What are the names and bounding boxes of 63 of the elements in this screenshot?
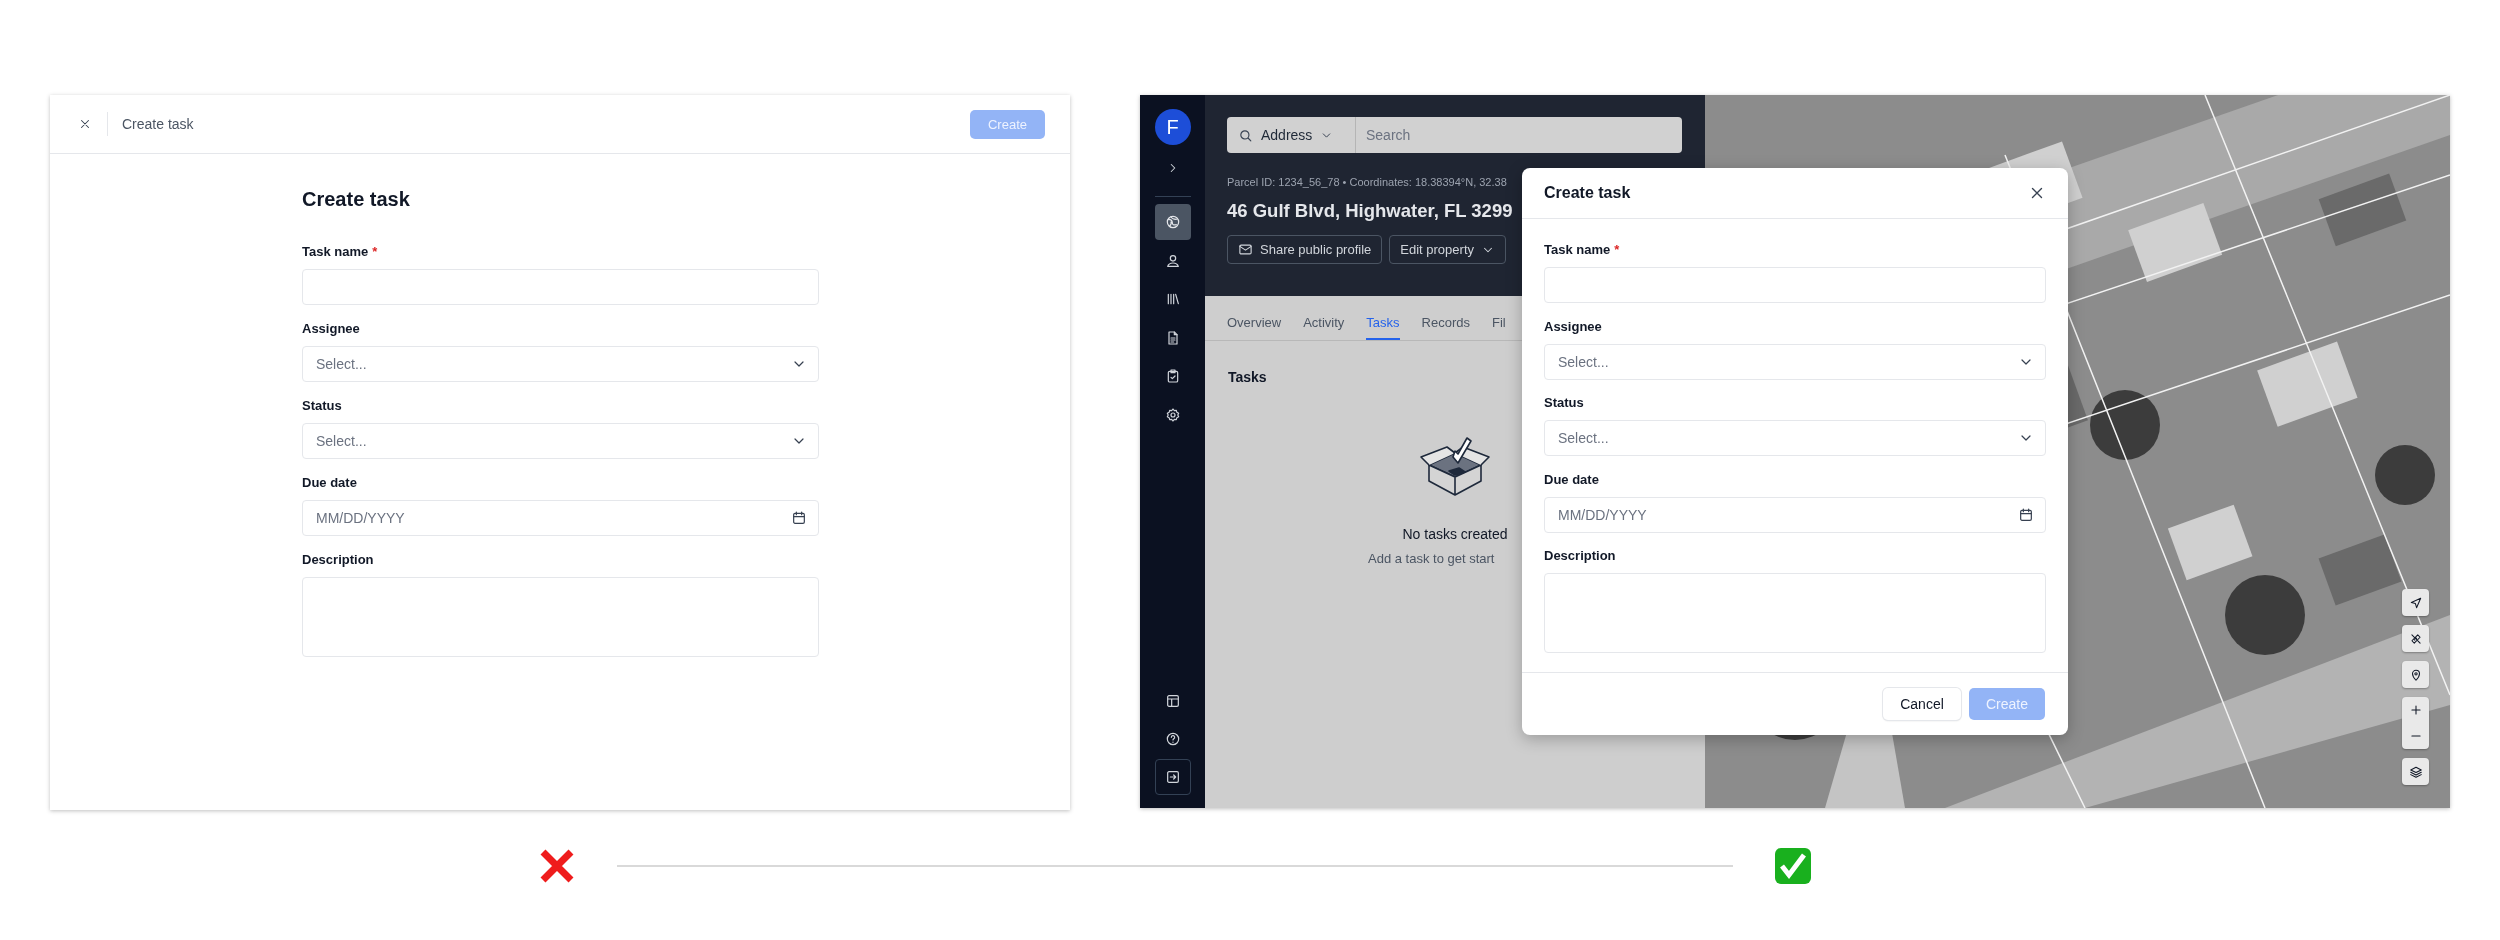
tab[interactable]: Activity <box>1303 315 1345 340</box>
field-label: Status <box>1544 394 1584 412</box>
required-asterisk: * <box>1614 241 1620 259</box>
locate-button[interactable] <box>2402 589 2429 616</box>
form-title: Create task <box>302 187 411 211</box>
field-label: Task name <box>1544 241 1611 259</box>
layout-icon <box>1164 693 1181 709</box>
search-input[interactable]: Search <box>1356 117 1682 153</box>
field-label: Description <box>302 551 374 569</box>
globe-icon <box>1164 214 1181 230</box>
tab[interactable]: Overview <box>1227 315 1282 340</box>
section-title: Tasks <box>1228 369 1268 385</box>
date-field[interactable]: MM/DD/YYYY <box>1544 496 2046 533</box>
page-title: Create task <box>122 116 195 132</box>
user-avatar[interactable]: F <box>1154 109 1191 145</box>
text-input[interactable] <box>302 269 819 305</box>
help-icon <box>1164 731 1181 747</box>
mail-icon <box>1238 242 1253 257</box>
check-icon <box>1773 846 1813 886</box>
ruler-pencil-icon <box>2408 631 2423 646</box>
field-label: Due date <box>302 474 357 492</box>
sidebar-item[interactable] <box>1154 204 1191 240</box>
description-field[interactable] <box>1544 573 2046 653</box>
property-address: 46 Gulf Blvd, Highwater, FL 3299 <box>1227 199 1514 223</box>
tab[interactable]: Records <box>1421 315 1470 340</box>
field-label: Task name <box>302 243 369 261</box>
close-icon <box>78 117 92 131</box>
empty-state-text: Add a task to get start <box>1368 551 1495 566</box>
arrow-in-box-icon <box>1164 769 1181 785</box>
calendar-icon <box>2018 506 2034 523</box>
user-pin-icon <box>1164 252 1181 269</box>
calendar-icon <box>791 510 807 526</box>
navigation-arrow-icon <box>2408 595 2423 610</box>
cancel-button[interactable]: Cancel <box>1883 688 1961 720</box>
pin-button[interactable] <box>2402 661 2429 688</box>
text-input[interactable] <box>1544 267 2046 303</box>
edit-dropdown-button[interactable]: Edit property <box>1389 235 1506 264</box>
select-field[interactable]: Select... <box>1544 343 2046 380</box>
select-field[interactable]: Select... <box>302 423 819 459</box>
required-asterisk: * <box>372 243 378 261</box>
description-field[interactable] <box>302 577 819 657</box>
select-field[interactable]: Select... <box>302 346 819 382</box>
field-label: Description <box>1544 547 1616 565</box>
tab[interactable]: Tasks <box>1366 315 1400 340</box>
search-scope-dropdown[interactable]: Address <box>1227 117 1356 153</box>
empty-state-title: No tasks created <box>1402 526 1508 542</box>
measure-button[interactable] <box>2402 625 2429 652</box>
parcel-info: Parcel ID: 1234_56_78 • Coordinates: 18.38394°N, 32.38 <box>1227 175 1508 189</box>
search-icon <box>1238 127 1253 143</box>
layers-icon <box>2408 764 2423 779</box>
field-label: Status <box>302 397 342 415</box>
layers-button[interactable] <box>2402 758 2429 785</box>
date-field[interactable]: MM/DD/YYYY <box>302 500 819 536</box>
settings-icon <box>1164 406 1181 423</box>
sign-in-button[interactable] <box>1154 759 1191 795</box>
modal-title: Create task <box>1544 184 1631 202</box>
share-button[interactable]: Share public profile <box>1227 235 1383 264</box>
field-label: Assignee <box>302 320 360 338</box>
field-label: Due date <box>1544 470 1599 489</box>
field-label: Assignee <box>1544 317 1602 336</box>
plus-icon <box>2408 703 2423 717</box>
select-field[interactable]: Select... <box>1544 420 2046 456</box>
tab[interactable]: Fil <box>1492 315 1506 340</box>
